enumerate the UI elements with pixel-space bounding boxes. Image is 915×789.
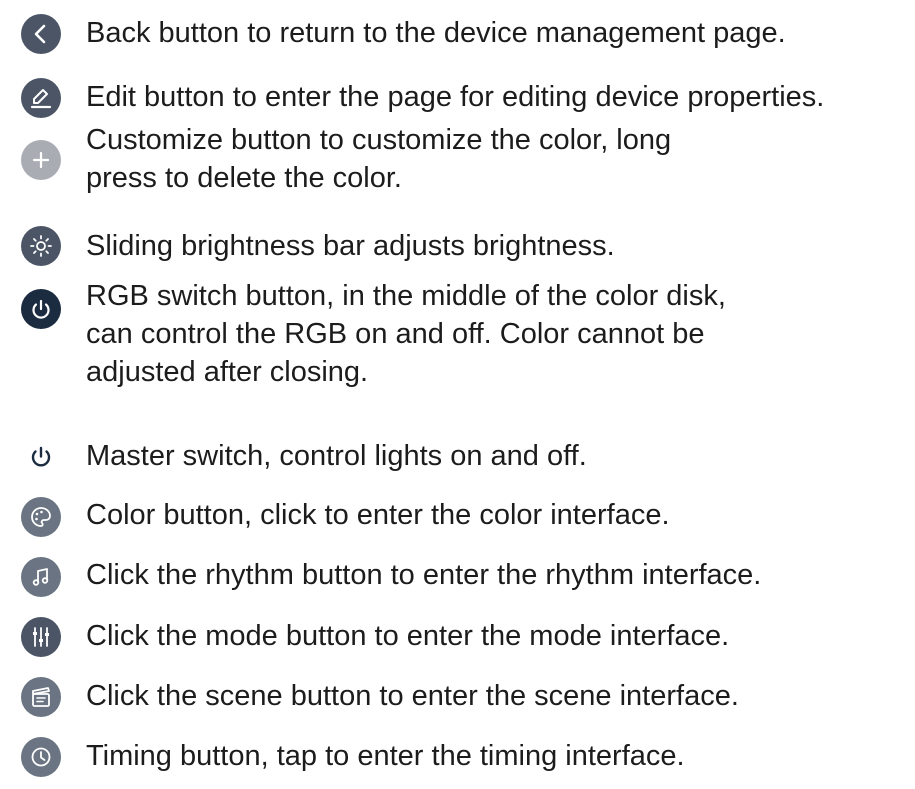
edit-pencil-icon	[21, 78, 61, 118]
item-description: Color button, click to enter the color i…	[86, 496, 670, 534]
description-line: Edit button to enter the page for editin…	[86, 81, 825, 113]
description-line: Click the mode button to enter the mode …	[86, 620, 730, 652]
description-line: can control the RGB on and off. Color ca…	[86, 318, 705, 350]
description-line: press to delete the color.	[86, 162, 402, 194]
music-note-icon	[21, 557, 61, 597]
palette-icon	[21, 497, 61, 537]
description-line: Back button to return to the device mana…	[86, 17, 786, 49]
description-line: Sliding brightness bar adjusts brightnes…	[86, 230, 615, 262]
item-description: Back button to return to the device mana…	[86, 14, 786, 52]
item-description: Click the mode button to enter the mode …	[86, 617, 729, 655]
item-description: Sliding brightness bar adjusts brightnes…	[86, 227, 615, 265]
item-description: Click the rhythm button to enter the rhy…	[86, 556, 761, 594]
item-description: Click the scene button to enter the scen…	[86, 677, 739, 715]
description-line: adjusted after closing.	[86, 356, 369, 388]
clock-icon	[21, 737, 61, 777]
description-line: Click the rhythm button to enter the rhy…	[86, 559, 762, 591]
power-icon	[21, 437, 61, 477]
item-description: Timing button, tap to enter the timing i…	[86, 737, 685, 775]
feature-list: Back button to return to the device mana…	[0, 0, 915, 789]
description-line: Customize button to customize the color,…	[86, 124, 672, 156]
sliders-icon	[21, 617, 61, 657]
description-line: Color button, click to enter the color i…	[86, 499, 670, 531]
sun-brightness-icon	[21, 226, 61, 266]
description-line: RGB switch button, in the middle of the …	[86, 280, 726, 312]
power-icon	[21, 289, 61, 329]
item-description: Edit button to enter the page for editin…	[86, 78, 824, 116]
item-description: Master switch, control lights on and off…	[86, 437, 587, 475]
description-line: Click the scene button to enter the scen…	[86, 680, 739, 712]
plus-icon	[21, 140, 61, 180]
clapperboard-icon	[21, 677, 61, 717]
description-line: Timing button, tap to enter the timing i…	[86, 740, 685, 772]
chevron-left-icon	[21, 14, 61, 54]
item-description: Customize button to customize the color,…	[86, 121, 671, 197]
description-line: Master switch, control lights on and off…	[86, 440, 587, 472]
item-description: RGB switch button, in the middle of the …	[86, 277, 726, 391]
